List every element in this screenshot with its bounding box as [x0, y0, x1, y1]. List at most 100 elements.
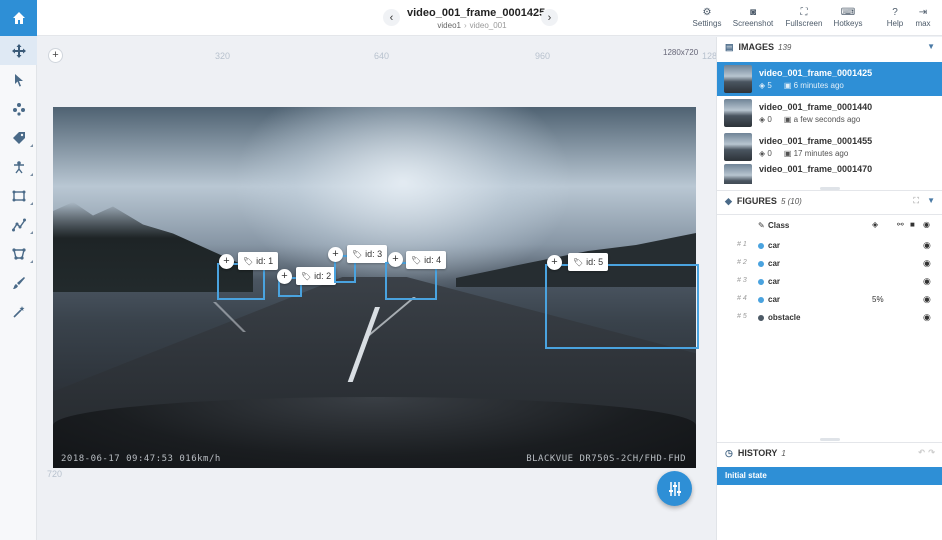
bbox-5-add-button[interactable]: +: [547, 255, 562, 270]
image-list-item[interactable]: video_001_frame_0001425 ◈ 5 ▣ 6 minutes a…: [717, 62, 942, 96]
figures-count-icon: ◈ 5: [759, 81, 772, 90]
image-thumbnail: [724, 65, 752, 93]
hotkeys-button[interactable]: ⌨ Hotkeys: [832, 7, 864, 28]
help-button[interactable]: ? Help: [883, 7, 907, 28]
submenu-indicator: [30, 231, 33, 234]
annotation-canvas[interactable]: + 320 640 960 1280 1280x720 720 2018-06-…: [37, 37, 722, 540]
figure-row[interactable]: # 3 car ◉: [717, 273, 942, 291]
help-label: Help: [886, 19, 904, 28]
bbox-2-label[interactable]: 🏷 id: 2: [296, 267, 337, 285]
figure-row[interactable]: # 4 car 5% ◉: [717, 291, 942, 309]
select-tool[interactable]: [0, 65, 37, 94]
history-count: 1: [781, 448, 786, 458]
bbox-1-add-button[interactable]: +: [219, 254, 234, 269]
bbox-4-label[interactable]: 🏷 id: 4: [406, 251, 447, 269]
bbox-3-add-button[interactable]: +: [328, 247, 343, 262]
image-thumbnail: [724, 164, 752, 184]
images-count: 139: [778, 42, 792, 52]
image-list-item[interactable]: video_001_frame_0001440 ◈ 0 ▣ a few secon…: [717, 96, 942, 130]
rectangle-tool[interactable]: [0, 181, 37, 210]
home-button[interactable]: [0, 0, 37, 36]
submenu-indicator: [30, 144, 33, 147]
bbox-4-add-button[interactable]: +: [388, 252, 403, 267]
eye-icon[interactable]: ◉: [923, 220, 930, 229]
bbox-5-label[interactable]: 🏷 id: 5: [568, 253, 609, 271]
prev-image-button[interactable]: ‹: [383, 9, 400, 26]
tags-column-icon[interactable]: ◈: [872, 220, 878, 229]
tag-tool[interactable]: [0, 123, 37, 152]
filter-icon[interactable]: ▼: [927, 196, 935, 205]
image-list-item[interactable]: video_001_frame_0001470: [717, 164, 942, 184]
fullscreen-button[interactable]: ⛶ Fullscreen: [784, 7, 824, 28]
screenshot-label: Screenshot: [732, 19, 774, 28]
redo-icon[interactable]: ↷: [928, 448, 935, 457]
history-icon: ◷: [725, 447, 733, 458]
camera-brand: BLACKVUE DR750S-2CH/FHD-FHD: [526, 454, 686, 464]
bbox-1-label[interactable]: 🏷 id: 1: [238, 252, 279, 270]
figure-class: car: [768, 241, 781, 250]
trash-icon[interactable]: ■: [910, 220, 915, 229]
images-title: IMAGES: [738, 42, 775, 52]
move-tool[interactable]: [0, 36, 37, 65]
history-title: HISTORY: [737, 448, 778, 458]
undo-icon[interactable]: ↶: [918, 448, 925, 457]
class-column-header[interactable]: Class: [768, 221, 789, 230]
points-tool[interactable]: [0, 94, 37, 123]
image-name: video_001_frame_0001440: [759, 102, 873, 112]
resize-handle[interactable]: [820, 438, 840, 441]
camera-timestamp: 2018-06-17 09:47:53 016km/h: [61, 454, 221, 464]
class-color-dot: [758, 243, 764, 249]
image-thumbnail: [724, 99, 752, 127]
history-item[interactable]: Initial state: [717, 467, 942, 485]
class-color-dot: [758, 261, 764, 267]
figures-title: FIGURES: [736, 196, 777, 206]
figure-row[interactable]: # 5 obstacle ◉: [717, 309, 942, 327]
ruler-x-640: 640: [374, 51, 390, 61]
polyline-tool[interactable]: [0, 210, 37, 239]
keyboard-icon: ⌨: [840, 7, 856, 18]
bbox-5[interactable]: [545, 264, 699, 349]
images-icon: ▤: [725, 41, 734, 52]
figures-section-header: ◆ FIGURES 5 (10) ⛶ ▼: [717, 191, 942, 211]
bbox-2-id: id: 2: [314, 271, 332, 281]
ruler-x-960: 960: [535, 51, 551, 61]
screenshot-button[interactable]: ◙ Screenshot: [731, 7, 775, 28]
figure-class: car: [768, 295, 781, 304]
calendar-icon: ▣ a few seconds ago: [783, 115, 861, 124]
bbox-2-add-button[interactable]: +: [277, 269, 292, 284]
bbox-3-label[interactable]: 🏷 id: 3: [347, 245, 388, 263]
brush-icon: [12, 276, 25, 289]
eye-icon[interactable]: ◉: [923, 258, 931, 269]
eye-icon[interactable]: ◉: [923, 312, 931, 323]
gear-icon: ⚙: [702, 7, 712, 18]
figure-row[interactable]: # 2 car ◉: [717, 255, 942, 273]
filter-icon[interactable]: ▼: [927, 42, 935, 51]
image-list-item[interactable]: video_001_frame_0001455 ◈ 0 ▣ 17 minutes …: [717, 130, 942, 164]
polygon-icon: [11, 247, 26, 260]
breadcrumb-root[interactable]: video1: [437, 21, 461, 30]
image-name: video_001_frame_0001455: [759, 136, 873, 146]
image-resolution: 1280x720: [663, 48, 699, 57]
eye-icon[interactable]: ◉: [923, 240, 931, 251]
camera-icon: ◙: [749, 7, 757, 18]
zoom-in-button[interactable]: +: [48, 48, 63, 63]
expand-icon[interactable]: ⛶: [913, 196, 919, 206]
breadcrumb-child[interactable]: video_001: [470, 21, 507, 30]
eye-icon[interactable]: ◉: [923, 276, 931, 287]
eye-icon[interactable]: ◉: [923, 294, 931, 305]
smart-tool[interactable]: [0, 297, 37, 326]
tag-icon: 🏷: [573, 257, 584, 267]
figures-count: 5 (10): [780, 196, 802, 206]
brush-tool[interactable]: [0, 268, 37, 297]
polygon-tool[interactable]: [0, 239, 37, 268]
figure-row[interactable]: # 1 car ◉: [717, 237, 942, 255]
image-adjust-button[interactable]: [657, 471, 692, 506]
image-title-block: video_001_frame_0001425 video1 › video_001: [407, 7, 545, 30]
user-menu-button[interactable]: ⇥ max: [911, 7, 935, 28]
next-image-button[interactable]: ›: [541, 9, 558, 26]
settings-button[interactable]: ⚙ Settings: [691, 7, 723, 28]
chevron-left-icon: ‹: [389, 11, 394, 24]
link-icon[interactable]: ⚯: [897, 220, 904, 229]
skeleton-tool[interactable]: [0, 152, 37, 181]
figure-class: obstacle: [768, 313, 801, 322]
